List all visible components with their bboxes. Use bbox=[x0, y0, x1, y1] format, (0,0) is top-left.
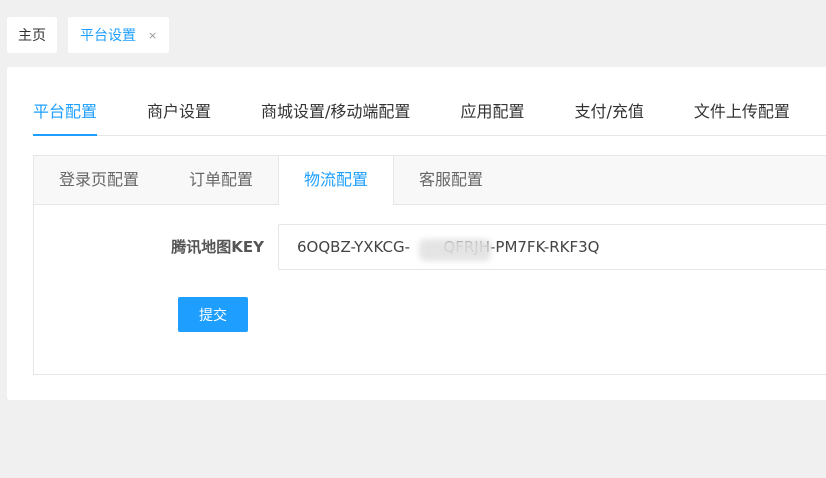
settings-card: 平台配置 商户设置 商城设置/移动端配置 应用配置 支付/充值 文件上传配置 登… bbox=[7, 67, 826, 400]
submit-button[interactable]: 提交 bbox=[178, 297, 248, 332]
tab-payment-recharge[interactable]: 支付/充值 bbox=[574, 99, 643, 135]
tab-logistics-config[interactable]: 物流配置 bbox=[278, 156, 395, 205]
page-tab-home-label: 主页 bbox=[18, 28, 46, 44]
page-tab-platform-settings-label: 平台设置 bbox=[80, 28, 136, 44]
redaction-blur bbox=[419, 239, 491, 261]
page-tab-home[interactable]: 主页 bbox=[7, 17, 57, 53]
close-icon[interactable]: × bbox=[148, 29, 157, 42]
tab-mall-mobile-config[interactable]: 商城设置/移动端配置 bbox=[261, 99, 410, 135]
map-key-label: 腾讯地图KEY bbox=[171, 238, 264, 256]
tab-merchant-settings[interactable]: 商户设置 bbox=[147, 99, 211, 135]
tab-app-config[interactable]: 应用配置 bbox=[460, 99, 524, 135]
main-tab-bar: 平台配置 商户设置 商城设置/移动端配置 应用配置 支付/充值 文件上传配置 bbox=[33, 99, 826, 136]
tab-customer-service-config[interactable]: 客服配置 bbox=[394, 156, 508, 204]
page-tab-platform-settings[interactable]: 平台设置 × bbox=[68, 17, 170, 53]
tab-login-page-config[interactable]: 登录页配置 bbox=[34, 156, 164, 204]
sub-tab-bar: 登录页配置 订单配置 物流配置 客服配置 bbox=[34, 156, 826, 205]
map-key-input[interactable] bbox=[278, 224, 826, 270]
tab-order-config[interactable]: 订单配置 bbox=[164, 156, 278, 204]
sub-tab-panel: 登录页配置 订单配置 物流配置 客服配置 腾讯地图KEY 提交 bbox=[33, 155, 826, 375]
tab-platform-config[interactable]: 平台配置 bbox=[33, 99, 98, 136]
page-tab-bar: 主页 平台设置 × bbox=[7, 17, 180, 53]
tab-file-upload-config[interactable]: 文件上传配置 bbox=[694, 99, 790, 135]
